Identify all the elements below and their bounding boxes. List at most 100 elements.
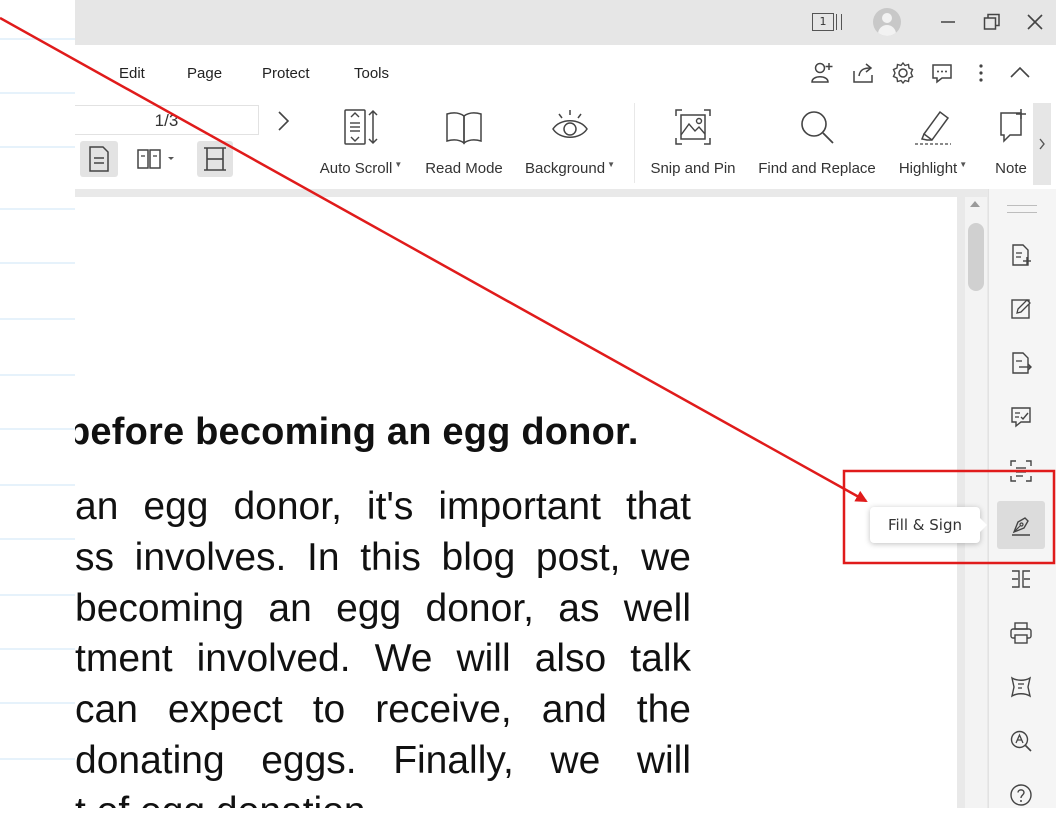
menu-tools[interactable]: Tools [354,65,389,82]
ruled-line [0,428,75,430]
feedback-button[interactable] [930,61,954,85]
collapse-ribbon-button[interactable] [1008,61,1032,85]
ruled-line [0,262,75,264]
panel-drag-handle[interactable] [1007,205,1037,213]
fill-sign-tooltip: Fill & Sign [870,507,987,543]
avatar-icon [873,8,901,36]
paragraph-line: tment involved. We will also talk [75,637,691,681]
right-tool-panel [988,189,1056,808]
ruled-line [0,484,75,486]
minimize-icon [941,21,955,23]
highlight-button[interactable]: Highlight ▼ [891,103,975,183]
fill-sign-button[interactable] [997,501,1045,549]
next-page-button[interactable] [271,109,295,133]
ocr-button[interactable] [997,447,1045,495]
read-mode-label: Read Mode [425,160,503,177]
create-pdf-button[interactable] [997,231,1045,279]
close-icon [1027,14,1043,30]
continuous-scroll-button[interactable] [197,141,233,177]
toolbar-more-button[interactable] [1033,103,1051,185]
ruled-line [0,92,75,94]
restore-button[interactable] [977,6,1007,38]
add-user-icon [811,62,833,83]
menu-edit[interactable]: Edit [119,65,145,82]
note-label: Note [995,160,1027,177]
ruled-line [0,38,75,40]
edit-pdf-button[interactable] [997,285,1045,333]
form-edit-icon [1011,407,1031,428]
gear-icon [892,61,914,85]
menu-page[interactable]: Page [187,65,222,82]
compare-button[interactable] [997,555,1045,603]
find-and-replace-label: Find and Replace [758,160,876,177]
auto-scroll-label: Auto Scroll [319,160,393,177]
close-window-button[interactable] [1020,6,1050,38]
title-bar: 1 [75,0,1056,45]
ribbon-toolbar: 1/3 Auto Scroll▼ Read Mode Background▼ [75,103,1056,189]
settings-button[interactable] [891,61,915,85]
continuous-scroll-icon [204,147,226,171]
dropdown-caret-icon: ▼ [959,160,968,169]
single-page-view-button[interactable] [80,141,118,177]
ruled-line [0,648,75,650]
share-button[interactable] [851,61,875,85]
ruled-line [0,758,75,760]
user-avatar[interactable] [871,6,903,38]
ruled-line [0,374,75,376]
scrollbar-thumb[interactable] [968,223,984,291]
page-count-badge: 1 [812,13,834,31]
document-page[interactable]: before becoming an egg donor. an egg don… [75,197,957,808]
auto-scroll-button[interactable]: Auto Scroll ▼ [313,103,409,183]
dropdown-caret-icon: ▼ [607,160,615,169]
document-heading: before becoming an egg donor. [75,411,639,453]
menu-protect[interactable]: Protect [262,65,310,82]
note-button[interactable]: Note [991,103,1031,183]
vertical-scrollbar[interactable] [965,197,987,808]
print-icon [1010,622,1032,644]
ruled-line [0,702,75,704]
search-ai-icon [1010,730,1032,752]
paragraph-line: an egg donor, it's important that [75,485,691,528]
form-edit-button[interactable] [997,393,1045,441]
scroll-up-arrow-icon[interactable] [970,201,980,207]
paragraph-line: donating eggs. Finally, we will [75,738,691,782]
restore-icon [983,13,1000,30]
toolbar-separator [634,103,635,183]
fill-sign-icon [1012,517,1030,536]
eye-icon [546,103,594,151]
help-icon [1010,784,1032,806]
convert-pdf-button[interactable] [997,339,1045,387]
page-number-field[interactable]: 1/3 [75,105,259,135]
book-icon [440,103,488,151]
background-label: Background [525,160,606,177]
minimize-button[interactable] [933,6,963,38]
find-and-replace-button[interactable]: Find and Replace [755,103,879,183]
highlighter-icon [909,103,957,151]
two-page-view-button[interactable] [133,141,181,177]
read-mode-button[interactable]: Read Mode [421,103,507,183]
magnifier-icon [793,103,841,151]
flatten-button[interactable] [997,663,1045,711]
chevron-up-icon [1010,66,1030,78]
add-user-button[interactable] [810,61,834,85]
flatten-icon [1010,676,1032,698]
more-options-button[interactable] [969,61,993,85]
share-icon [853,63,873,83]
document-add-icon [1012,244,1031,266]
help-button[interactable] [997,771,1045,819]
snip-and-pin-button[interactable]: Snip and Pin [647,103,739,183]
page-count-button[interactable]: 1 [810,6,844,38]
ruled-line [0,146,75,148]
chevron-right-icon [1039,138,1045,150]
background-window [0,0,75,808]
print-button[interactable] [997,609,1045,657]
snip-and-pin-label: Snip and Pin [650,160,736,177]
ocr-scan-icon [1010,460,1032,482]
page-stack-icon [836,14,842,30]
comment-icon [932,64,952,84]
ruled-line [0,594,75,596]
paragraph-line: becoming an egg donor, as well [75,586,691,630]
ai-search-button[interactable] [997,717,1045,765]
auto-scroll-icon [337,103,385,151]
background-button[interactable]: Background ▼ [522,103,618,183]
